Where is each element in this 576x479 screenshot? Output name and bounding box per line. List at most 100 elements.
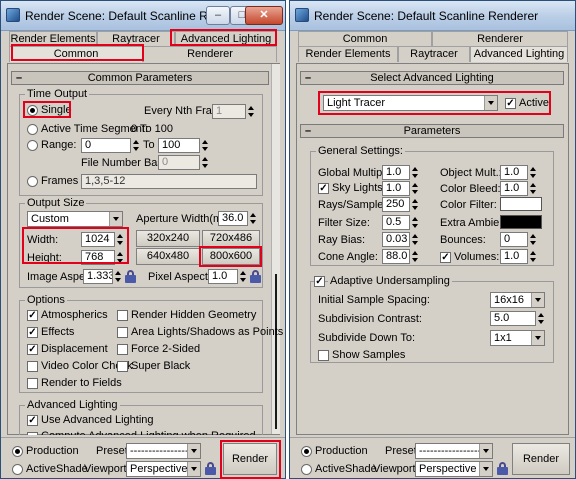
active-segment-radio[interactable] [27, 124, 38, 135]
divider [1, 437, 285, 438]
collapse-icon: – [305, 125, 312, 137]
extra-ambient-swatch[interactable] [500, 215, 542, 229]
bounces-field[interactable]: 0 [500, 232, 528, 247]
force-2sided-checkbox[interactable] [117, 344, 128, 355]
atmospherics-checkbox[interactable]: ✓ [27, 310, 38, 321]
tab-common[interactable]: Common [298, 31, 432, 47]
volumes-field[interactable]: 1.0 [500, 249, 528, 264]
range-to-spinner[interactable] [200, 138, 209, 153]
ray-bias-field[interactable]: 0.03 [382, 232, 410, 247]
displacement-checkbox[interactable]: ✓ [27, 344, 38, 355]
color-bleed-field[interactable]: 1.0 [500, 181, 528, 196]
render-hidden-checkbox[interactable] [117, 310, 128, 321]
rollout-parameters[interactable]: – Parameters [300, 124, 564, 138]
preset-320x240-button[interactable]: 320x240 [136, 230, 200, 247]
filter-size-field[interactable]: 0.5 [382, 215, 410, 230]
volumes-checkbox[interactable]: ✓ [440, 252, 451, 263]
volumes-spinner[interactable] [528, 249, 537, 264]
object-mult-field[interactable]: 1.0 [500, 165, 528, 180]
production-radio[interactable] [301, 446, 312, 457]
subdivision-contrast-field[interactable]: 5.0 [490, 311, 536, 326]
chevron-down-icon [187, 444, 200, 458]
tab-renderer[interactable]: Renderer [432, 31, 568, 47]
title-bar[interactable]: Render Scene: Default Scanline Renderer … [1, 1, 285, 31]
show-samples-checkbox[interactable] [318, 350, 329, 361]
adaptive-undersampling-checkbox[interactable]: ✓ [314, 276, 325, 287]
render-button[interactable]: Render [512, 443, 570, 475]
tab-render-elements[interactable]: Render Elements [298, 46, 398, 62]
cone-angle-field[interactable]: 88.0 [382, 249, 410, 264]
subdivision-contrast-spinner[interactable] [536, 311, 545, 326]
preset-720x486-button[interactable]: 720x486 [202, 230, 260, 247]
global-multiplier-field[interactable]: 1.0 [382, 165, 410, 180]
show-samples-label: Show Samples [332, 349, 406, 361]
file-number-base-spinner[interactable] [200, 155, 209, 170]
rollout-common-parameters[interactable]: – Common Parameters [11, 71, 269, 85]
activeshade-radio[interactable] [301, 464, 312, 475]
color-filter-swatch[interactable] [500, 197, 542, 211]
rollout-title: Common Parameters [87, 72, 193, 84]
color-bleed-spinner[interactable] [528, 181, 537, 196]
rollout-select-advanced-lighting[interactable]: – Select Advanced Lighting [300, 71, 564, 85]
sky-lights-checkbox[interactable]: ✓ [318, 183, 329, 194]
super-black-label: Super Black [131, 360, 191, 372]
close-button[interactable]: ✕ [245, 6, 283, 25]
area-lights-checkbox[interactable] [117, 327, 128, 338]
cone-angle-spinner[interactable] [410, 249, 419, 264]
preset-dropdown[interactable]: ---------------------- [126, 443, 201, 459]
ray-bias-spinner[interactable] [410, 232, 419, 247]
lock-icon[interactable] [205, 462, 216, 475]
pixel-aspect-field[interactable]: 1.0 [208, 269, 238, 284]
sky-lights-spinner[interactable] [410, 181, 419, 196]
range-from-field[interactable]: 0 [81, 138, 131, 153]
range-to-field[interactable]: 100 [158, 138, 200, 153]
lock-icon[interactable] [497, 462, 508, 475]
bounces-spinner[interactable] [528, 232, 537, 247]
rays-sample-spinner[interactable] [410, 197, 419, 212]
file-number-base-field[interactable]: 0 [158, 155, 200, 170]
image-aspect-spinner[interactable] [113, 269, 122, 284]
lock-icon[interactable] [125, 270, 136, 283]
image-aspect-field[interactable]: 1.333 [83, 269, 113, 284]
every-nth-field[interactable]: 1 [212, 104, 246, 119]
pixel-aspect-spinner[interactable] [238, 269, 247, 284]
activeshade-radio[interactable] [12, 464, 23, 475]
range-from-spinner[interactable] [131, 138, 140, 153]
initial-spacing-dropdown[interactable]: 16x16 [490, 292, 545, 308]
effects-checkbox[interactable]: ✓ [27, 327, 38, 338]
tab-renderer[interactable]: Renderer [143, 46, 277, 62]
lock-icon[interactable] [250, 270, 261, 283]
subdivide-down-value: 1x1 [494, 332, 512, 344]
aperture-field[interactable]: 36.0 [218, 211, 248, 226]
every-nth-spinner[interactable] [246, 104, 255, 119]
preset-640x480-button[interactable]: 640x480 [136, 248, 200, 265]
title-bar[interactable]: Render Scene: Default Scanline Renderer [290, 1, 575, 31]
subdivide-down-dropdown[interactable]: 1x1 [490, 330, 545, 346]
range-radio[interactable] [27, 140, 38, 151]
render-to-fields-checkbox[interactable] [27, 378, 38, 389]
global-multiplier-spinner[interactable] [410, 165, 419, 180]
minimize-button[interactable]: – [206, 6, 230, 25]
object-mult-spinner[interactable] [528, 165, 537, 180]
tab-raytracer[interactable]: Raytracer [398, 46, 470, 62]
compute-advanced-lighting-checkbox[interactable] [27, 432, 38, 435]
use-advanced-lighting-checkbox[interactable]: ✓ [27, 415, 38, 426]
frames-field[interactable]: 1,3,5-12 [81, 174, 257, 189]
filter-size-spinner[interactable] [410, 215, 419, 230]
app-icon [295, 8, 309, 22]
output-preset-dropdown[interactable]: Custom [27, 211, 123, 227]
pixel-aspect-label: Pixel Aspect: [148, 271, 211, 283]
viewport-dropdown[interactable]: Perspective [126, 461, 201, 477]
frames-radio[interactable] [27, 176, 38, 187]
super-black-checkbox[interactable] [117, 361, 128, 372]
sky-lights-field[interactable]: 1.0 [382, 181, 410, 196]
scrollbar-thumb[interactable] [275, 274, 277, 429]
rays-sample-field[interactable]: 250 [382, 197, 410, 212]
aperture-spinner[interactable] [248, 211, 257, 226]
video-color-check-checkbox[interactable] [27, 361, 38, 372]
viewport-dropdown[interactable]: Perspective [415, 461, 493, 477]
production-radio[interactable] [12, 446, 23, 457]
scrollbar[interactable] [271, 64, 280, 434]
tab-advanced-lighting[interactable]: Advanced Lighting [470, 46, 568, 62]
preset-dropdown[interactable]: ---------------------- [415, 443, 493, 459]
